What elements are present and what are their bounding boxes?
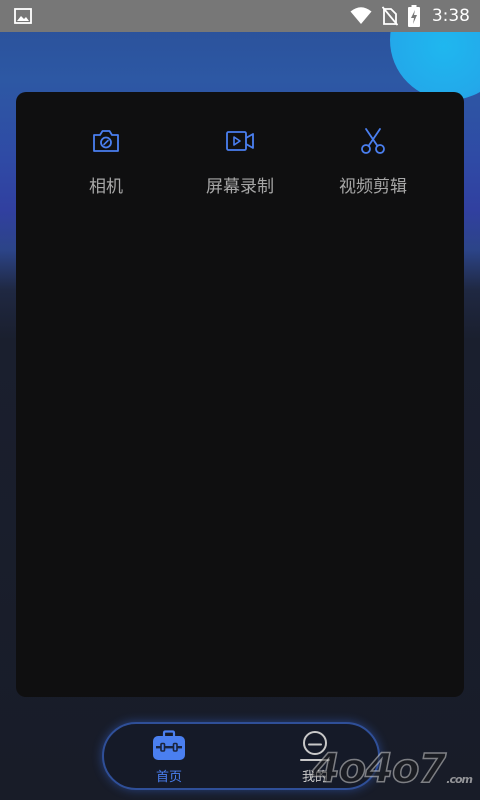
- status-bar: 3:38: [0, 0, 480, 32]
- no-sim-icon: [381, 6, 398, 26]
- nav-home[interactable]: 首页: [134, 730, 204, 785]
- screen-record-tool[interactable]: 屏幕录制: [165, 126, 315, 197]
- status-right-group: 3:38: [350, 0, 470, 32]
- image-icon: [14, 8, 32, 24]
- wifi-icon: [350, 7, 372, 24]
- toolbox-icon: [153, 730, 185, 760]
- video-edit-label: 视频剪辑: [339, 177, 407, 197]
- watermark-text: 4o4o7: [311, 745, 447, 793]
- camera-label: 相机: [89, 177, 123, 197]
- battery-charging-icon: [407, 5, 420, 27]
- nav-home-label: 首页: [155, 770, 182, 785]
- screen-record-label: 屏幕录制: [206, 177, 274, 197]
- tools-panel: 相机 屏幕录制 视频剪辑: [16, 92, 464, 697]
- screen-record-icon: [226, 131, 254, 151]
- status-time: 3:38: [431, 6, 470, 26]
- scissors-icon: [361, 128, 385, 154]
- app-screen: 3:38 相机 屏幕录制 视频剪辑 首页 我的 4o4o7 .com: [0, 0, 480, 800]
- watermark-suffix: .com: [446, 773, 473, 786]
- camera-tool[interactable]: 相机: [31, 126, 181, 197]
- video-edit-tool[interactable]: 视频剪辑: [298, 126, 448, 197]
- camera-icon: [93, 130, 119, 152]
- watermark-logo: 4o4o7 .com: [311, 744, 473, 793]
